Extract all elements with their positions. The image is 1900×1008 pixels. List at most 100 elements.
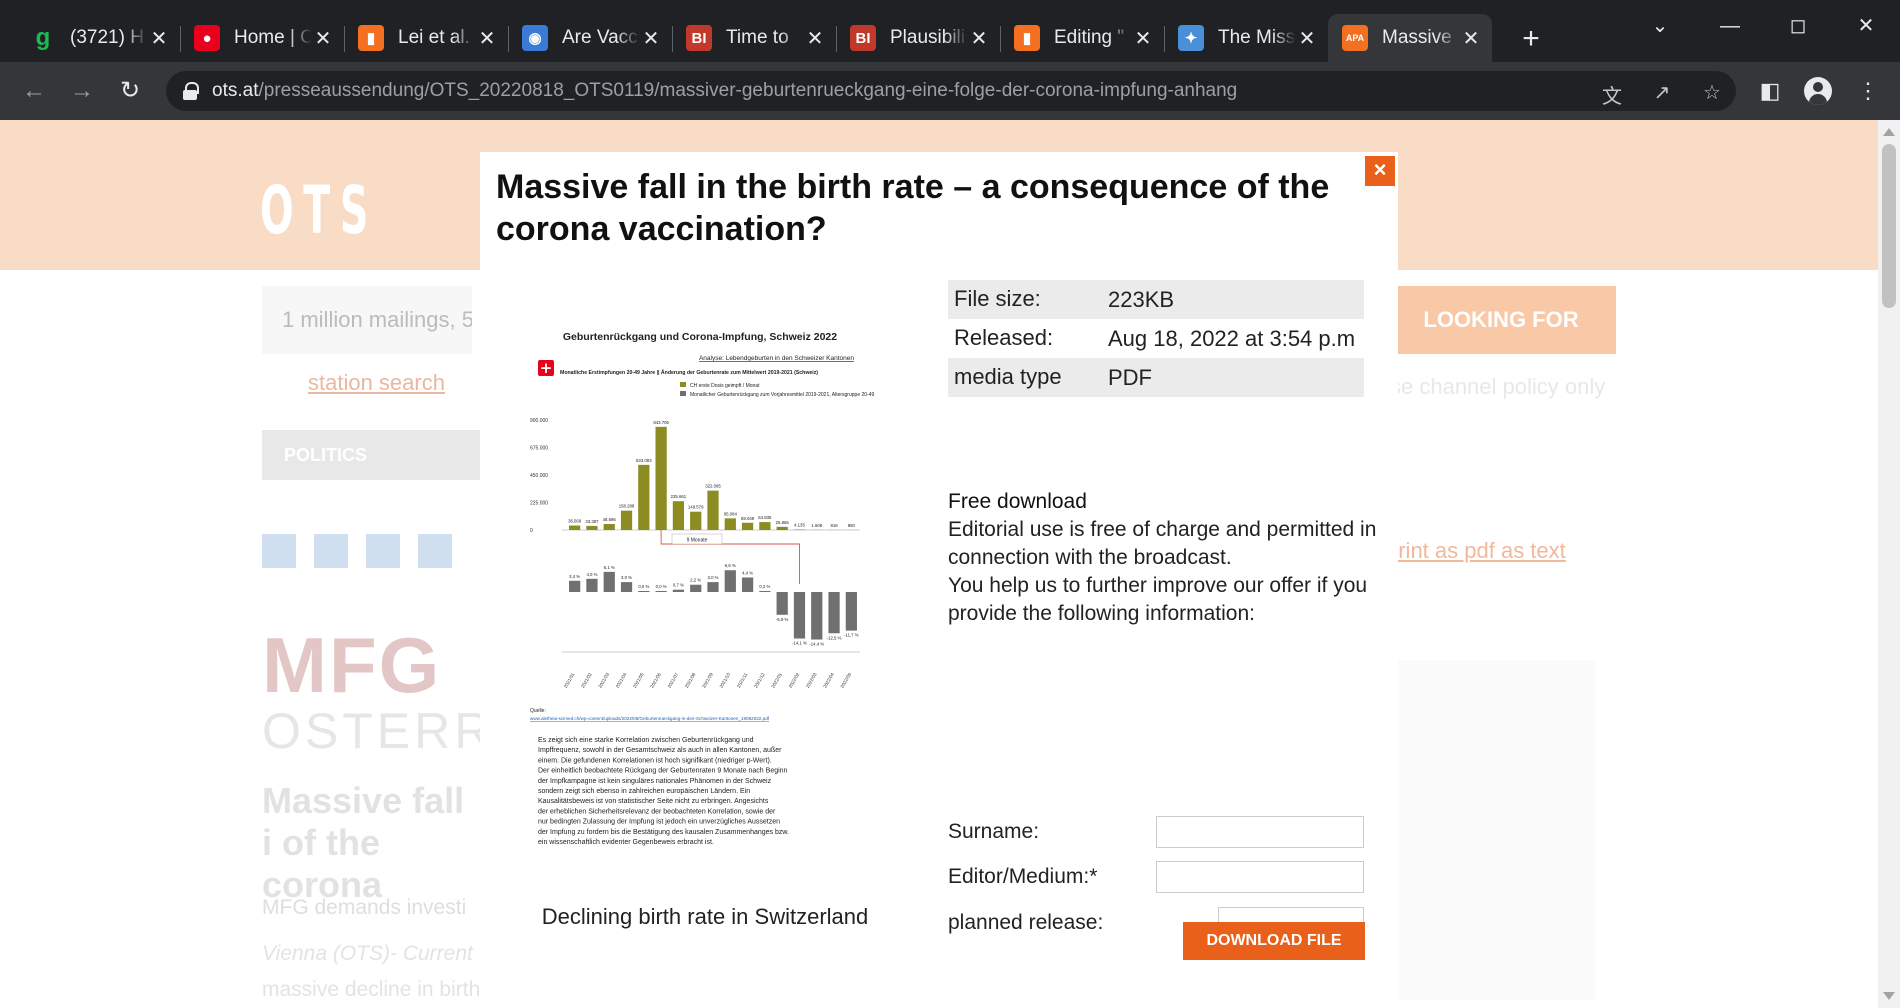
article-title: Massive fall i of the corona [262, 780, 465, 905]
print-pdf-text-links[interactable]: print as pdf as text [1386, 538, 1566, 564]
scrollbar-thumb[interactable] [1882, 144, 1896, 308]
back-button[interactable]: ← [16, 73, 52, 109]
meta-row-released: Released: Aug 18, 2022 at 3:54 p.m [948, 319, 1364, 358]
browser-tab[interactable]: ● Home | C ✕ [180, 14, 345, 62]
birth-change-value-label: -14,1 % [792, 641, 807, 646]
browser-tab[interactable]: ▮ Lei et al. ✕ [344, 14, 509, 62]
station-search-label: station search [308, 370, 445, 395]
modal-close-button[interactable]: × [1365, 156, 1395, 186]
vaccination-bar [672, 501, 685, 530]
birth-change-value-label: 4,0 % [586, 572, 597, 577]
birth-change-bar [655, 591, 667, 592]
birth-rate-chart: Geburtenrückgang und Corona-Impfung, Sch… [530, 331, 874, 846]
browser-tab[interactable]: ✦ The Miss ✕ [1164, 14, 1328, 62]
body-text-line: einem. Die gefundenen Korrelationen ist … [538, 757, 772, 764]
tab-close-icon[interactable]: ✕ [148, 26, 170, 51]
new-tab-button[interactable]: + [1514, 22, 1548, 56]
meta-key: File size: [954, 286, 1041, 311]
free-download-section: Free download Editorial use is free of c… [948, 488, 1378, 628]
vaccination-bar [569, 525, 581, 530]
browser-tab-bar: g (3721) H ✕ ● Home | C ✕ ▮ Lei et al. ✕ ◉ Are Vac… [0, 0, 1900, 62]
station-search-link[interactable]: station search [262, 370, 445, 396]
page-scrollbar[interactable] [1878, 120, 1900, 1008]
tab-title: The Miss [1218, 27, 1296, 48]
tab-close-icon[interactable]: ✕ [804, 26, 826, 51]
editor-medium-label: Editor/Medium:* [948, 865, 1098, 888]
birth-change-bar [707, 582, 719, 592]
linkedin-icon[interactable] [366, 534, 400, 568]
bookmark-star-icon[interactable]: ☆ [1698, 80, 1726, 104]
tab-close-icon[interactable]: ✕ [312, 26, 334, 51]
vaccination-value-label: 25.865 [776, 520, 790, 525]
download-file-button[interactable]: DOWNLOAD FILE [1183, 922, 1365, 960]
browser-tab[interactable]: g (3721) H ✕ [16, 14, 181, 62]
share-icon[interactable]: ↗ [1648, 80, 1676, 104]
chart-title: Geburtenrückgang und Corona-Impfung, Sch… [563, 331, 837, 343]
article-attachment-thumbnail[interactable] [1386, 660, 1596, 1000]
browser-tab[interactable]: APA Massive ✕ [1328, 14, 1492, 62]
facebook-icon[interactable] [262, 534, 296, 568]
birth-change-value-label: 0,7 % [673, 583, 684, 588]
chart-analysis-note: Analyse: Lebendgeburten in den Schweizer… [699, 355, 854, 362]
birth-change-value-label: 2,2 % [690, 578, 701, 583]
document-preview: Geburtenrückgang und Corona-Impfung, Sch… [510, 322, 890, 892]
tab-close-icon[interactable]: ✕ [640, 26, 662, 51]
birth-change-bar [759, 591, 771, 592]
scroll-up-arrow[interactable] [1883, 128, 1895, 136]
tab-title: Lei et al. [398, 27, 470, 48]
maximize-button[interactable]: ◻ [1768, 8, 1828, 44]
menu-kebab-icon[interactable]: ⋮ [1850, 73, 1886, 109]
surname-input[interactable] [1156, 816, 1364, 848]
birth-change-value-label: -6,9 % [776, 617, 789, 622]
lock-icon[interactable] [182, 82, 199, 100]
vaccination-value-label: 533.093 [636, 458, 652, 463]
tab-title: (3721) H [70, 27, 144, 48]
editor-medium-input[interactable] [1156, 861, 1364, 893]
browser-tab[interactable]: BI Time to ✕ [672, 14, 837, 62]
form-row-editor: Editor/Medium:* [948, 861, 1364, 895]
browser-tab[interactable]: ▮ Editing " ✕ [1000, 14, 1165, 62]
tab-title: Time to [726, 27, 789, 48]
reload-button[interactable]: ↻ [112, 73, 148, 109]
swiss-cross-glyph: + [540, 359, 553, 377]
url-text[interactable]: ots.at/presseaussendung/OTS_20220818_OTS… [212, 80, 1237, 102]
tab-close-icon[interactable]: ✕ [476, 26, 498, 51]
chart-subtitle: Monatliche Erstimpfungen 20-49 Jahre || … [560, 369, 818, 376]
legend-swatch-births [680, 391, 686, 396]
birth-change-bar [724, 570, 736, 592]
tab-close-icon[interactable]: ✕ [968, 26, 990, 51]
y-tick-label: 675.000 [530, 446, 548, 452]
meta-value: PDF [1108, 365, 1152, 390]
minimize-button[interactable]: — [1700, 8, 1760, 44]
tab-close-icon[interactable]: ✕ [1296, 26, 1318, 51]
twitter-icon[interactable] [314, 534, 348, 568]
translate-icon[interactable]: 文 [1598, 80, 1626, 108]
x-tick-label: 2021/09 [701, 672, 714, 689]
site-search-input[interactable]: 1 million mailings, 5 [262, 286, 472, 354]
close-window-button[interactable]: ✕ [1836, 8, 1896, 44]
tab-favicon-icon: BI [686, 25, 712, 51]
tab-close-icon[interactable]: ✕ [1132, 26, 1154, 51]
tab-search-icon[interactable]: ⌄ [1630, 8, 1690, 44]
vaccination-bar [776, 526, 788, 530]
vaccination-value-label: 918 [830, 523, 838, 528]
tab-close-icon[interactable]: ✕ [1460, 26, 1482, 51]
profile-avatar-icon[interactable] [1804, 77, 1832, 105]
browser-tab[interactable]: BI Plausibili ✕ [836, 14, 1001, 62]
modal-title: Massive fall in the birth rate – a conse… [496, 168, 1330, 248]
x-tick-label: 2021/10 [719, 672, 732, 689]
browser-tab[interactable]: ◉ Are Vacc ✕ [508, 14, 673, 62]
help-text: You help us to further improve our offer… [948, 574, 1368, 625]
x-tick-label: 2022/01 [770, 672, 783, 689]
xing-icon[interactable] [418, 534, 452, 568]
meta-value: Aug 18, 2022 at 3:54 p.m [1108, 326, 1356, 351]
source-url: www.aletheia-scimed.ch/wp-content/upload… [530, 716, 770, 721]
forward-button[interactable]: → [64, 73, 100, 109]
ots-logo[interactable]: OTS [260, 172, 378, 249]
scroll-down-arrow[interactable] [1883, 992, 1895, 1000]
address-bar[interactable]: ots.at/presseaussendung/OTS_20220818_OTS… [166, 71, 1736, 111]
looking-for-button[interactable]: LOOKING FOR [1386, 286, 1616, 354]
politics-dropdown[interactable]: POLITICS [262, 430, 482, 480]
body-text-line: sondern zeigt sich ebenso in zahlreichen… [538, 788, 750, 795]
side-panel-icon[interactable]: ◧ [1752, 73, 1788, 109]
